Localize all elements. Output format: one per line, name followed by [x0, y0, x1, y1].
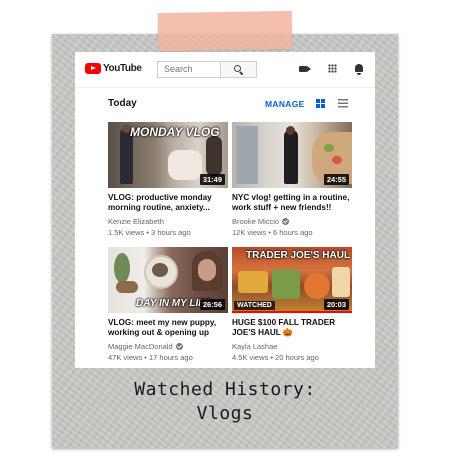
- caption-line-1: Watched History:: [134, 379, 316, 400]
- tape-strip: [157, 10, 293, 52]
- video-duration: 31:49: [199, 174, 225, 185]
- video-card[interactable]: MONDAY VLOG 31:49 VLOG: productive monda…: [108, 122, 228, 237]
- video-thumbnail[interactable]: 24:55: [232, 122, 352, 188]
- create-video-icon[interactable]: [299, 66, 311, 72]
- handwritten-caption: Watched History: Vlogs: [52, 378, 398, 426]
- logo-text: YouTube: [103, 63, 142, 74]
- video-card[interactable]: TRADER JOE'S HAUL WATCHED 20:03 HUGE $10…: [232, 247, 352, 362]
- manage-link[interactable]: MANAGE: [265, 99, 305, 109]
- search-button[interactable]: [220, 61, 257, 78]
- apps-grid-icon[interactable]: [328, 64, 337, 73]
- video-thumbnail[interactable]: MONDAY VLOG 31:49: [108, 122, 228, 188]
- video-title[interactable]: VLOG: meet my new puppy, working out & o…: [108, 318, 228, 338]
- list-view-icon[interactable]: [338, 99, 348, 108]
- channel-name[interactable]: Kayla Lashae: [232, 342, 352, 351]
- video-duration: 26:56: [199, 299, 225, 310]
- video-meta: 47K views • 17 hours ago: [108, 353, 193, 362]
- video-title[interactable]: NYC vlog! getting in a routine, work stu…: [232, 193, 352, 213]
- video-meta: 4.5K views • 20 hours ago: [232, 353, 319, 362]
- video-card[interactable]: 24:55 NYC vlog! getting in a routine, wo…: [232, 122, 352, 237]
- top-bar: YouTube Search: [75, 52, 375, 88]
- thumbnail-overlay-text: MONDAY VLOG: [130, 125, 220, 139]
- section-title: Today: [108, 98, 137, 109]
- verified-badge-icon: [175, 343, 183, 350]
- search-icon: [234, 65, 241, 72]
- watched-badge: WATCHED: [234, 301, 275, 310]
- watch-progress-bar: [232, 311, 352, 313]
- video-thumbnail[interactable]: DAY IN MY LIFE 26:56: [108, 247, 228, 313]
- video-title[interactable]: VLOG: productive monday morning routine,…: [108, 193, 228, 213]
- video-meta: 1.5K views • 3 hours ago: [108, 228, 191, 237]
- video-card[interactable]: DAY IN MY LIFE 26:56 VLOG: meet my new p…: [108, 247, 228, 362]
- channel-name[interactable]: Brooke Miccio: [232, 217, 352, 226]
- video-thumbnail[interactable]: TRADER JOE'S HAUL WATCHED 20:03: [232, 247, 352, 313]
- youtube-screen: YouTube Search Today MANAGE MONDAY VLOG …: [75, 52, 375, 368]
- verified-badge-icon: [282, 218, 290, 225]
- grid-view-icon[interactable]: [316, 99, 325, 108]
- video-duration: 24:55: [323, 174, 349, 185]
- channel-name[interactable]: Maggie MacDonald: [108, 342, 228, 351]
- thumbnail-overlay-text: TRADER JOE'S HAUL: [246, 250, 351, 261]
- channel-name[interactable]: Kenzie Elizabeth: [108, 217, 228, 226]
- caption-line-2: Vlogs: [196, 403, 254, 424]
- video-duration: 20:03: [323, 299, 349, 310]
- search-input[interactable]: Search: [157, 61, 227, 78]
- video-title[interactable]: HUGE $100 FALL TRADER JOE'S HAUL 🎃: [232, 318, 352, 338]
- video-meta: 12K views • 6 hours ago: [232, 228, 313, 237]
- youtube-logo[interactable]: YouTube: [85, 63, 142, 74]
- youtube-play-icon: [85, 63, 101, 74]
- notifications-bell-icon[interactable]: [355, 64, 363, 75]
